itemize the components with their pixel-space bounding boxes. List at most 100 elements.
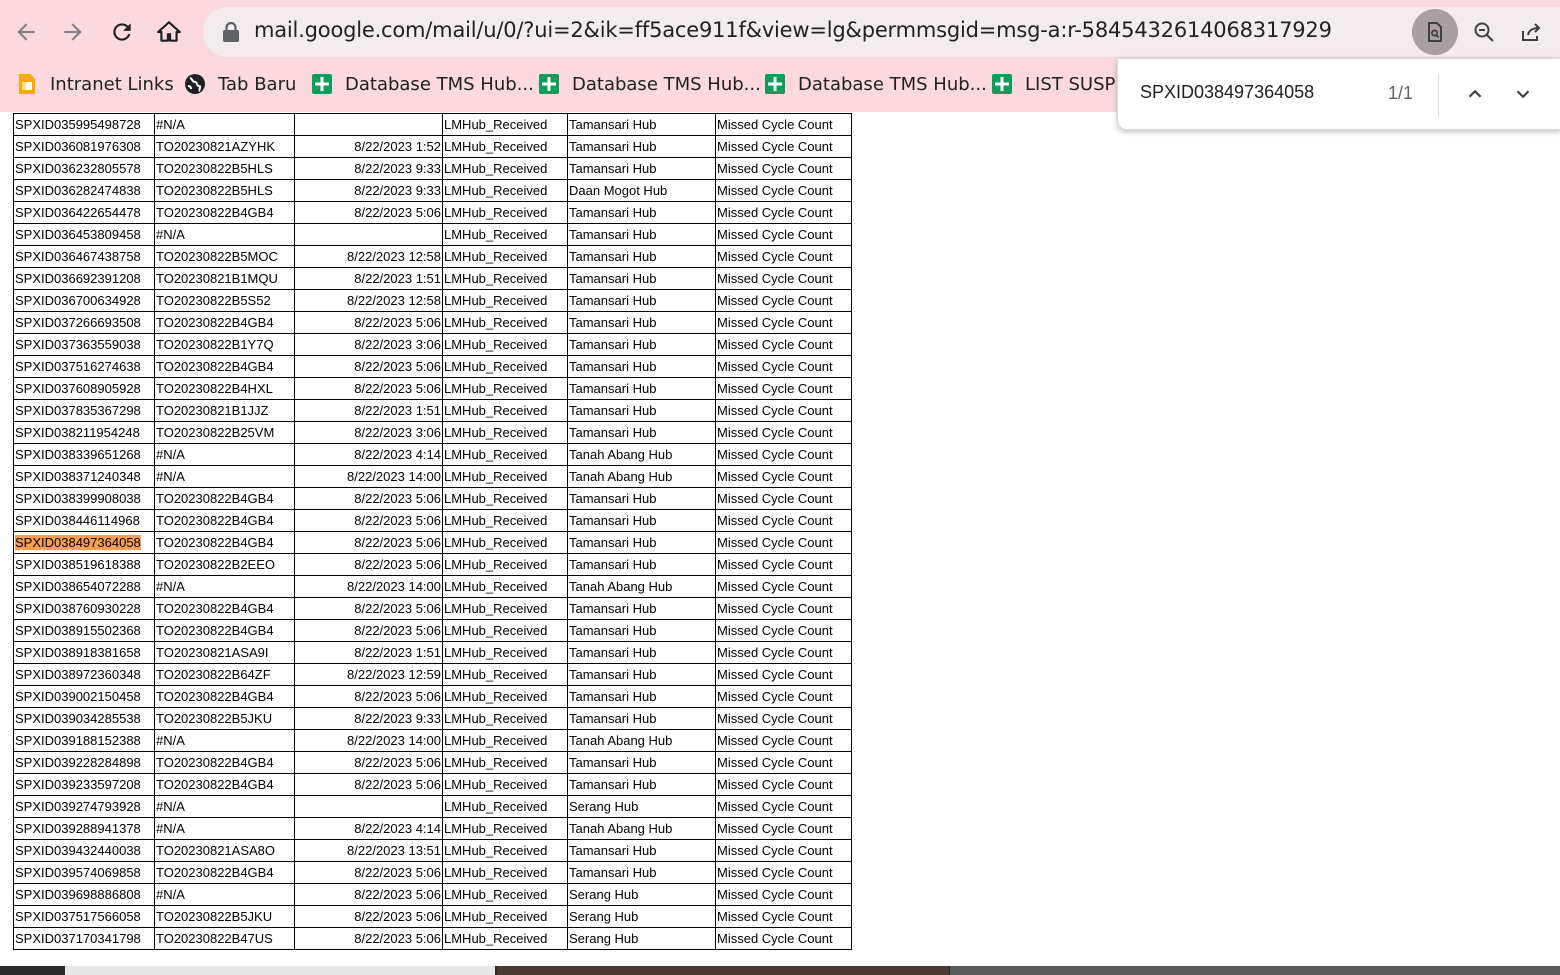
status-cell[interactable]: LMHub_Received	[442, 905, 568, 928]
table-row[interactable]: SPXID038339651268 #N/A 8/22/2023 4:14 LMHub…	[13, 443, 852, 466]
forward-button[interactable]	[53, 12, 93, 52]
timestamp-cell[interactable]: 8/22/2023 14:00	[294, 465, 443, 488]
to-number-cell[interactable]: TO20230822B4GB4	[154, 751, 295, 774]
timestamp-cell[interactable]: 8/22/2023 12:59	[294, 663, 443, 686]
status-cell[interactable]: LMHub_Received	[442, 729, 568, 752]
to-number-cell[interactable]: TO20230822B25VM	[154, 421, 295, 444]
timestamp-cell[interactable]: 8/22/2023 1:51	[294, 399, 443, 422]
to-number-cell[interactable]: TO20230822B4GB4	[154, 355, 295, 378]
table-row[interactable]: SPXID036692391208 TO20230821B1MQU 8/22/202…	[13, 267, 852, 290]
hub-cell[interactable]: Tanah Abang Hub	[567, 465, 716, 488]
hub-cell[interactable]: Tamansari Hub	[567, 685, 716, 708]
status-cell[interactable]: LMHub_Received	[442, 289, 568, 312]
timestamp-cell[interactable]: 8/22/2023 4:14	[294, 817, 443, 840]
table-row[interactable]: SPXID038654072288 #N/A 8/22/2023 14:00 LMHu…	[13, 575, 852, 598]
table-row[interactable]: SPXID039698886808 #N/A 8/22/2023 5:06 LMHub…	[13, 883, 852, 906]
timestamp-cell[interactable]	[294, 113, 443, 136]
hub-cell[interactable]: Tamansari Hub	[567, 641, 716, 664]
timestamp-cell[interactable]: 8/22/2023 12:58	[294, 289, 443, 312]
status-cell[interactable]: LMHub_Received	[442, 883, 568, 906]
to-number-cell[interactable]: TO20230821B1MQU	[154, 267, 295, 290]
to-number-cell[interactable]: TO20230822B1Y7Q	[154, 333, 295, 356]
tracking-id-cell[interactable]: SPXID036453809458	[13, 223, 155, 246]
home-button[interactable]	[149, 12, 189, 52]
status-cell[interactable]: LMHub_Received	[442, 663, 568, 686]
tracking-id-cell[interactable]: SPXID039432440038	[13, 839, 155, 862]
bookmark-database-tms-hub-3[interactable]: Database TMS Hub...	[764, 70, 987, 98]
reason-cell[interactable]: Missed Cycle Count	[715, 751, 852, 774]
tracking-id-cell[interactable]: SPXID036700634928	[13, 289, 155, 312]
reason-cell[interactable]: Missed Cycle Count	[715, 289, 852, 312]
table-row[interactable]: SPXID038519618388 TO20230822B2EEO 8/22/202…	[13, 553, 852, 576]
timestamp-cell[interactable]: 8/22/2023 14:00	[294, 729, 443, 752]
timestamp-cell[interactable]: 8/22/2023 5:06	[294, 773, 443, 796]
reason-cell[interactable]: Missed Cycle Count	[715, 531, 852, 554]
table-row[interactable]: SPXID039288941378 #N/A 8/22/2023 4:14 LMHub…	[13, 817, 852, 840]
status-cell[interactable]: LMHub_Received	[442, 751, 568, 774]
reason-cell[interactable]: Missed Cycle Count	[715, 773, 852, 796]
timestamp-cell[interactable]: 8/22/2023 13:51	[294, 839, 443, 862]
find-in-page-button[interactable]	[1412, 9, 1458, 55]
reason-cell[interactable]: Missed Cycle Count	[715, 685, 852, 708]
hub-cell[interactable]: Tamansari Hub	[567, 245, 716, 268]
hub-cell[interactable]: Tamansari Hub	[567, 509, 716, 532]
table-row[interactable]: SPXID036282474838 TO20230822B5HLS 8/22/202…	[13, 179, 852, 202]
to-number-cell[interactable]: TO20230822B4GB4	[154, 531, 295, 554]
status-cell[interactable]: LMHub_Received	[442, 487, 568, 510]
hub-cell[interactable]: Serang Hub	[567, 795, 716, 818]
hub-cell[interactable]: Tamansari Hub	[567, 861, 716, 884]
reason-cell[interactable]: Missed Cycle Count	[715, 553, 852, 576]
find-input[interactable]	[1140, 82, 1370, 103]
hub-cell[interactable]: Tanah Abang Hub	[567, 575, 716, 598]
table-row[interactable]: SPXID038446114968 TO20230822B4GB4 8/22/202…	[13, 509, 852, 532]
timestamp-cell[interactable]: 8/22/2023 5:06	[294, 487, 443, 510]
to-number-cell[interactable]: TO20230822B47US	[154, 927, 295, 950]
tracking-id-cell[interactable]: SPXID035995498728	[13, 113, 155, 136]
table-row[interactable]: SPXID037835367298 TO20230821B1JJZ 8/22/202…	[13, 399, 852, 422]
hub-cell[interactable]: Tamansari Hub	[567, 751, 716, 774]
to-number-cell[interactable]: #N/A	[154, 817, 295, 840]
status-cell[interactable]: LMHub_Received	[442, 575, 568, 598]
table-row[interactable]: SPXID038497364058 TO20230822B4GB4 8/22/202…	[13, 531, 852, 554]
bookmark-list-suspe[interactable]: LIST SUSPE	[991, 70, 1127, 98]
table-row[interactable]: SPXID036232805578 TO20230822B5HLS 8/22/202…	[13, 157, 852, 180]
hub-cell[interactable]: Serang Hub	[567, 883, 716, 906]
timestamp-cell[interactable]	[294, 223, 443, 246]
reason-cell[interactable]: Missed Cycle Count	[715, 223, 852, 246]
to-number-cell[interactable]: TO20230822B5S52	[154, 289, 295, 312]
status-cell[interactable]: LMHub_Received	[442, 839, 568, 862]
table-row[interactable]: SPXID039574069858 TO20230822B4GB4 8/22/202…	[13, 861, 852, 884]
tracking-id-cell[interactable]: SPXID037517566058	[13, 905, 155, 928]
tracking-id-cell[interactable]: SPXID037170341798	[13, 927, 155, 950]
to-number-cell[interactable]: #N/A	[154, 729, 295, 752]
status-cell[interactable]: LMHub_Received	[442, 377, 568, 400]
status-cell[interactable]: LMHub_Received	[442, 267, 568, 290]
tracking-id-cell[interactable]: SPXID039574069858	[13, 861, 155, 884]
timestamp-cell[interactable]	[294, 795, 443, 818]
find-next-button[interactable]	[1505, 76, 1541, 112]
reason-cell[interactable]: Missed Cycle Count	[715, 905, 852, 928]
reload-button[interactable]	[102, 12, 142, 52]
status-cell[interactable]: LMHub_Received	[442, 509, 568, 532]
tracking-id-cell[interactable]: SPXID036692391208	[13, 267, 155, 290]
tracking-id-cell[interactable]: SPXID039034285538	[13, 707, 155, 730]
tracking-id-cell[interactable]: SPXID039698886808	[13, 883, 155, 906]
table-row[interactable]: SPXID036700634928 TO20230822B5S52 8/22/202…	[13, 289, 852, 312]
reason-cell[interactable]: Missed Cycle Count	[715, 267, 852, 290]
reason-cell[interactable]: Missed Cycle Count	[715, 509, 852, 532]
reason-cell[interactable]: Missed Cycle Count	[715, 157, 852, 180]
to-number-cell[interactable]: TO20230822B4GB4	[154, 597, 295, 620]
table-row[interactable]: SPXID039188152388 #N/A 8/22/2023 14:00 LMHu…	[13, 729, 852, 752]
bookmark-database-tms-hub-1[interactable]: Database TMS Hub...	[311, 70, 534, 98]
back-button[interactable]	[6, 12, 46, 52]
reason-cell[interactable]: Missed Cycle Count	[715, 135, 852, 158]
tracking-id-cell[interactable]: SPXID038519618388	[13, 553, 155, 576]
tracking-id-cell[interactable]: SPXID038918381658	[13, 641, 155, 664]
to-number-cell[interactable]: TO20230822B5JKU	[154, 905, 295, 928]
status-cell[interactable]: LMHub_Received	[442, 223, 568, 246]
timestamp-cell[interactable]: 8/22/2023 5:06	[294, 905, 443, 928]
tracking-id-cell[interactable]: SPXID038211954248	[13, 421, 155, 444]
table-row[interactable]: SPXID039274793928 #N/A LMHub_Received Seran…	[13, 795, 852, 818]
timestamp-cell[interactable]: 8/22/2023 5:06	[294, 861, 443, 884]
status-cell[interactable]: LMHub_Received	[442, 135, 568, 158]
